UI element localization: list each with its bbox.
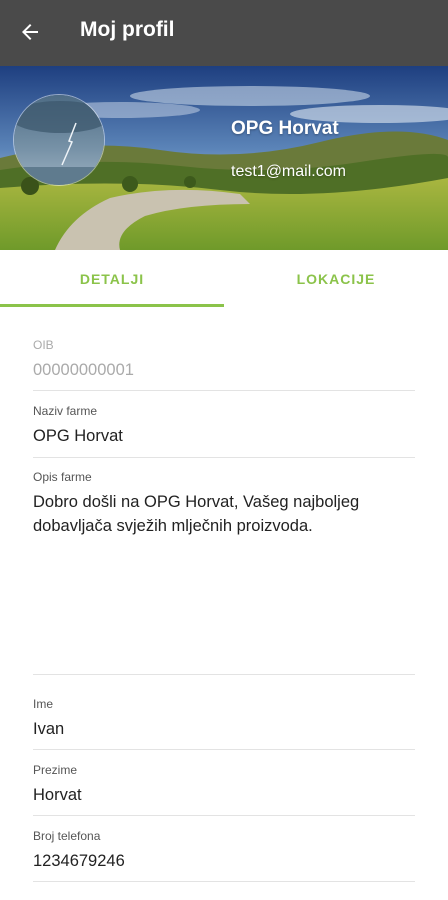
last-name-label: Prezime	[33, 763, 78, 777]
divider	[33, 390, 415, 391]
farm-name-label: Naziv farme	[33, 404, 98, 418]
first-name-value: Ivan	[33, 720, 65, 738]
phone-field[interactable]: Broj telefona 1234679246	[33, 829, 415, 873]
farm-description-value: Dobro došli na OPG Horvat, Vašeg najbolj…	[33, 493, 360, 535]
app-bar: Moj profil	[0, 0, 448, 66]
farm-name-value: OPG Horvat	[33, 427, 123, 445]
first-name-label: Ime	[33, 697, 54, 711]
divider	[33, 815, 415, 816]
first-name-field[interactable]: Ime Ivan	[33, 697, 415, 741]
divider	[33, 674, 415, 675]
avatar[interactable]	[13, 94, 105, 186]
page-title: Moj profil	[80, 18, 175, 41]
arrow-back-icon	[22, 24, 38, 40]
profile-email: test1@mail.com	[231, 163, 346, 180]
avatar-image	[14, 95, 104, 185]
farm-description-label: Opis farme	[33, 470, 92, 484]
profile-header: OPG Horvat test1@mail.com	[0, 66, 448, 250]
phone-label: Broj telefona	[33, 829, 101, 843]
last-name-value: Horvat	[33, 786, 82, 804]
farm-description-field[interactable]: Opis farme Dobro došli na OPG Horvat, Va…	[33, 470, 415, 538]
tab-indicator	[0, 304, 224, 307]
oib-field[interactable]: OIB 00000000001	[33, 338, 415, 382]
profile-name: OPG Horvat	[231, 118, 339, 139]
divider	[33, 457, 415, 458]
phone-value: 1234679246	[33, 852, 125, 870]
tab-details[interactable]: DETALJI	[0, 250, 224, 308]
tab-bar: DETALJI LOKACIJE	[0, 250, 448, 308]
tab-locations[interactable]: LOKACIJE	[224, 250, 448, 308]
divider	[33, 881, 415, 882]
farm-name-field[interactable]: Naziv farme OPG Horvat	[33, 404, 415, 448]
last-name-field[interactable]: Prezime Horvat	[33, 763, 415, 807]
back-button[interactable]	[12, 14, 48, 50]
oib-label: OIB	[33, 338, 54, 352]
oib-value: 00000000001	[33, 361, 134, 379]
divider	[33, 749, 415, 750]
